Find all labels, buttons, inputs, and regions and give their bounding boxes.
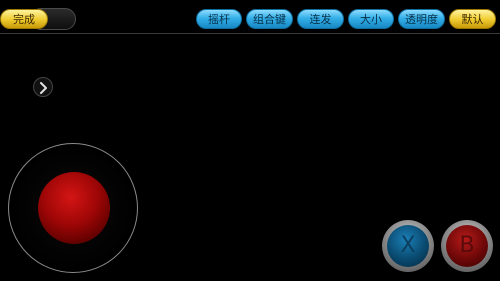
combo-keys-button[interactable]: 组合键 bbox=[246, 9, 293, 29]
x-button[interactable]: X bbox=[382, 220, 434, 272]
size-button[interactable]: 大小 bbox=[348, 9, 394, 29]
expand-panel-button[interactable] bbox=[33, 77, 53, 97]
turbo-button[interactable]: 连发 bbox=[297, 9, 344, 29]
editor-toolbar: 完成 摇杆 组合键 连发 大小 透明度 默认 bbox=[0, 0, 500, 34]
opacity-button[interactable]: 透明度 bbox=[398, 9, 445, 29]
done-toggle[interactable]: 完成 bbox=[0, 8, 76, 30]
x-button-label: X bbox=[387, 225, 429, 267]
joystick-button[interactable]: 摇杆 bbox=[196, 9, 242, 29]
done-toggle-label: 完成 bbox=[0, 9, 48, 29]
chevron-right-icon bbox=[40, 82, 47, 94]
virtual-joystick[interactable] bbox=[8, 143, 138, 273]
b-button[interactable]: B bbox=[441, 220, 493, 272]
joystick-knob[interactable] bbox=[38, 172, 110, 244]
b-button-label: B bbox=[446, 225, 488, 267]
default-button[interactable]: 默认 bbox=[449, 9, 496, 29]
